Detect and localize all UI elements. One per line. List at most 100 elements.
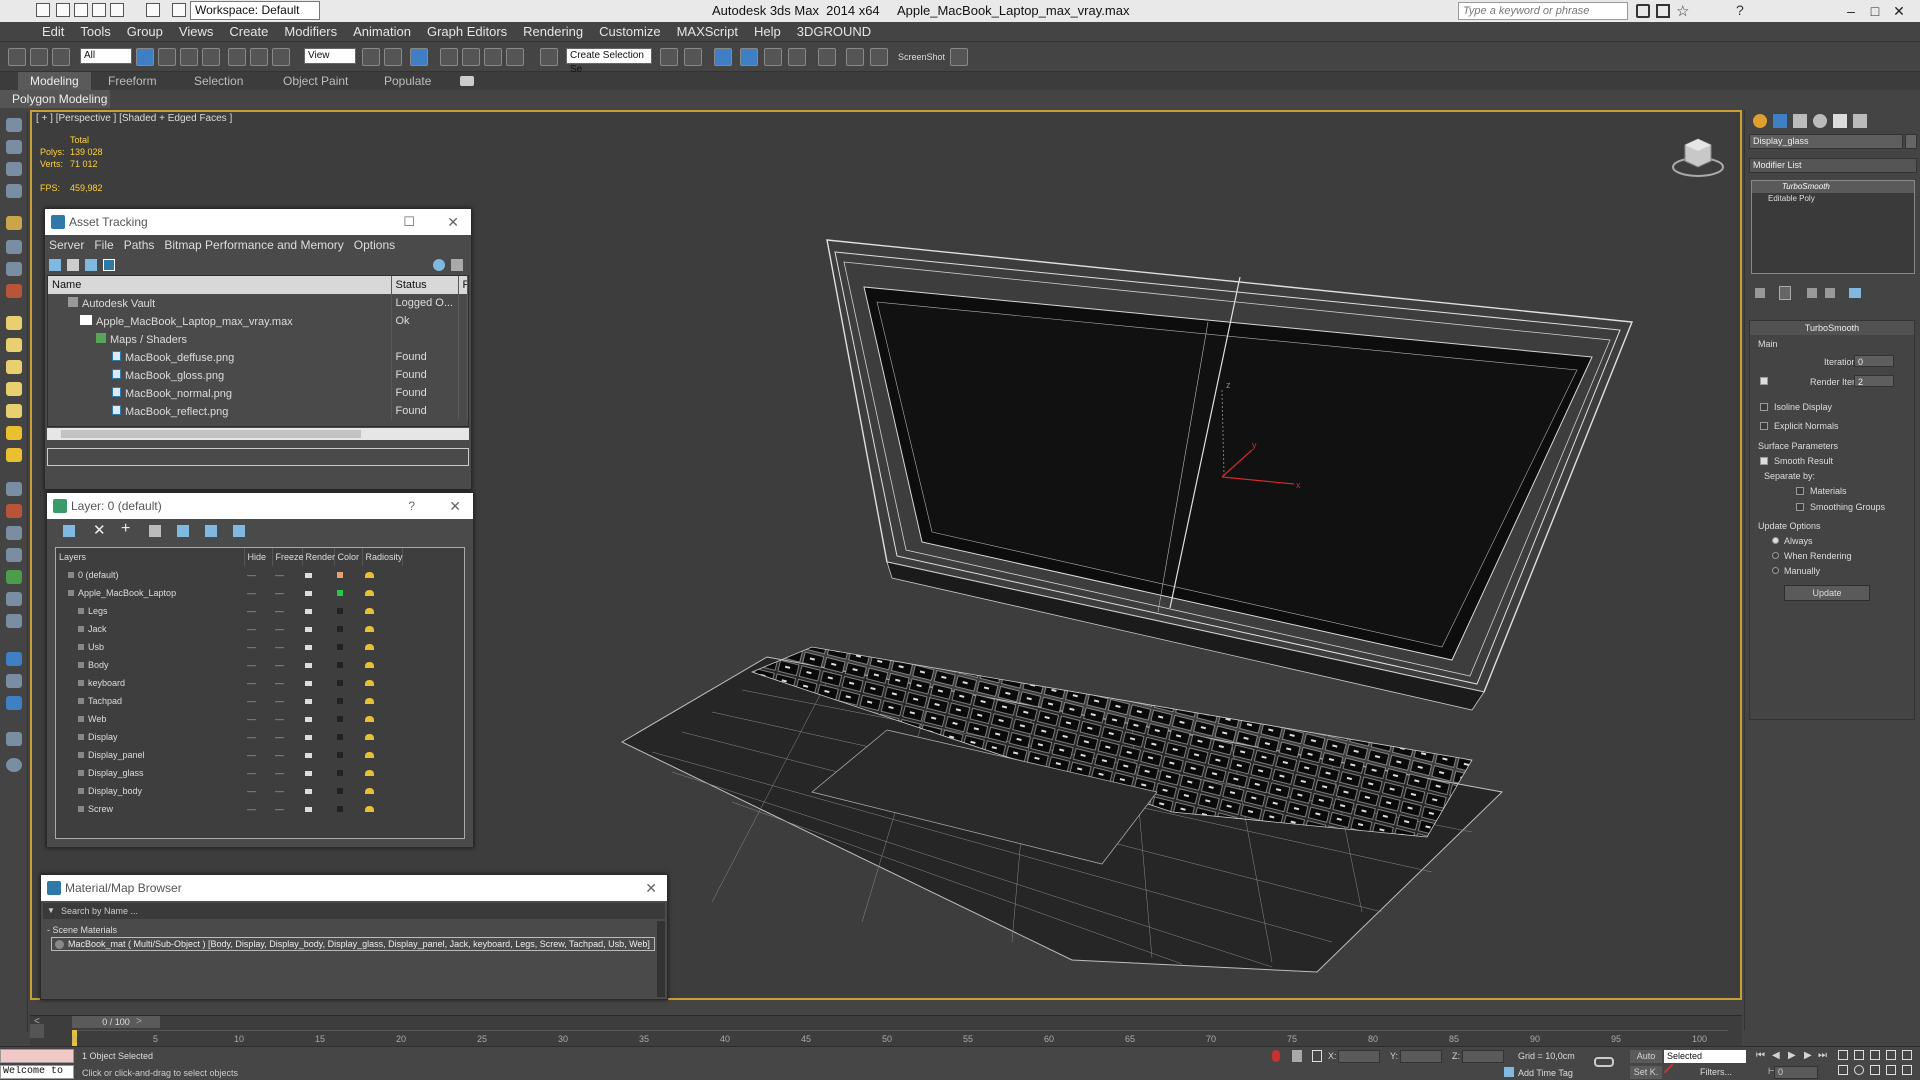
menu-options[interactable]: Options [354, 238, 395, 252]
asset-row[interactable]: MacBook_gloss.png Found [48, 366, 468, 384]
menu-3dground[interactable]: 3DGROUND [789, 22, 879, 42]
layer-hide-toggle[interactable]: — [244, 674, 272, 692]
set-key-icon[interactable] [1663, 1063, 1681, 1080]
layer-freeze-toggle[interactable]: — [272, 674, 302, 692]
select-object-icon[interactable] [136, 48, 154, 66]
layer-freeze-toggle[interactable]: — [272, 728, 302, 746]
angle-snap-icon[interactable] [462, 48, 480, 66]
lock-icon[interactable] [1292, 1050, 1302, 1062]
y-coord-field[interactable] [1400, 1050, 1442, 1063]
layer-color-swatch[interactable] [334, 566, 362, 584]
layer-row[interactable]: Display_panel — — [56, 746, 464, 764]
column-radiosity[interactable]: Radiosity [362, 548, 403, 566]
layer-row[interactable]: Display_body — — [56, 782, 464, 800]
layer-render-toggle[interactable] [302, 656, 334, 674]
make-unique-icon[interactable] [1807, 288, 1817, 298]
layer-radiosity-toggle[interactable] [362, 656, 402, 674]
stack-editable-poly[interactable]: Editable Poly [1752, 193, 1914, 205]
layer-color-swatch[interactable] [334, 764, 362, 782]
absolute-mode-icon[interactable] [1312, 1050, 1322, 1062]
undo-icon[interactable] [110, 3, 124, 17]
layer-row[interactable]: Display_glass — — [56, 764, 464, 782]
menu-help[interactable]: Help [746, 22, 789, 42]
delete-layer-icon[interactable]: ✕ [93, 521, 106, 539]
menu-rendering[interactable]: Rendering [515, 22, 591, 42]
tool-icon-22[interactable] [6, 614, 22, 628]
help-circle-icon[interactable] [6, 758, 22, 772]
manually-radio[interactable] [1772, 567, 1779, 574]
layer-render-toggle[interactable] [302, 710, 334, 728]
layer-render-toggle[interactable] [302, 602, 334, 620]
zoom-icon[interactable] [1838, 1050, 1848, 1060]
column-layers[interactable]: Layers [56, 548, 245, 566]
layer-radiosity-toggle[interactable] [362, 602, 402, 620]
layer-color-swatch[interactable] [334, 782, 362, 800]
tree-view-icon[interactable] [85, 259, 97, 271]
tool-icon-3[interactable] [6, 162, 22, 176]
zoom-extents-icon[interactable] [1870, 1050, 1880, 1060]
layer-hide-toggle[interactable]: — [244, 800, 272, 818]
tab-selection[interactable]: Selection [194, 72, 243, 90]
layer-render-toggle[interactable] [302, 674, 334, 692]
close-window-button[interactable]: ✕ [645, 875, 657, 901]
tool-icon-11[interactable] [6, 360, 22, 374]
menu-server[interactable]: Server [49, 238, 84, 252]
asset-row[interactable]: MacBook_normal.png Found [48, 384, 468, 402]
viewport-label[interactable]: [ + ] [Perspective ] [Shaded + Edged Fac… [36, 113, 232, 124]
layer-freeze-toggle[interactable]: — [272, 710, 302, 728]
always-radio[interactable] [1772, 537, 1779, 544]
configure-sets-icon[interactable] [1849, 288, 1861, 298]
light-icon[interactable] [6, 448, 22, 462]
motion-tab-icon[interactable] [1813, 114, 1827, 128]
rotate-icon[interactable] [250, 48, 268, 66]
smooth-result-checkbox[interactable] [1760, 457, 1768, 465]
orbit-subobject-icon[interactable] [1902, 1065, 1912, 1075]
open-file-icon[interactable] [74, 3, 88, 17]
column-render[interactable]: Render [302, 548, 335, 566]
layer-color-swatch[interactable] [334, 800, 362, 818]
tool-icon-10[interactable] [6, 338, 22, 352]
bind-space-warp-icon[interactable] [52, 48, 70, 66]
link-icon[interactable] [8, 48, 26, 66]
layer-row[interactable]: keyboard — — [56, 674, 464, 692]
help-search-input[interactable]: Type a keyword or phrase [1458, 2, 1628, 20]
utilities-tab-icon[interactable] [1853, 114, 1867, 128]
layer-color-swatch[interactable] [334, 692, 362, 710]
reference-coordinate-dropdown[interactable]: View [304, 48, 356, 64]
layer-freeze-toggle[interactable]: — [272, 800, 302, 818]
layer-render-toggle[interactable] [302, 620, 334, 638]
layer-manager-icon[interactable] [740, 48, 758, 66]
column-freeze[interactable]: Freeze [272, 548, 304, 566]
viewcube-icon[interactable] [1671, 135, 1725, 179]
asset-row[interactable]: Apple_MacBook_Laptop_max_vray.max Ok [48, 312, 468, 330]
move-icon[interactable] [228, 48, 246, 66]
modifier-list-dropdown[interactable]: Modifier List [1749, 158, 1917, 173]
column-hide[interactable]: Hide [244, 548, 273, 566]
stack-turbosmooth[interactable]: TurboSmooth [1752, 181, 1914, 193]
show-end-result-icon[interactable] [1779, 286, 1791, 300]
z-coord-field[interactable] [1462, 1050, 1504, 1063]
layer-freeze-toggle[interactable]: — [272, 692, 302, 710]
layer-radiosity-toggle[interactable] [362, 620, 402, 638]
hide-all-icon[interactable] [205, 525, 217, 537]
menu-bitmap-performance[interactable]: Bitmap Performance and Memory [164, 238, 343, 252]
column-color[interactable]: Color [334, 548, 363, 566]
new-file-icon[interactable] [56, 3, 70, 17]
percent-snap-icon[interactable] [484, 48, 502, 66]
tool-icon-4[interactable] [6, 184, 22, 198]
layer-hide-toggle[interactable]: — [244, 692, 272, 710]
layer-row[interactable]: Body — — [56, 656, 464, 674]
align-icon[interactable] [684, 48, 702, 66]
key-filter-dropdown[interactable]: Selected [1664, 1050, 1746, 1063]
go-to-end-icon[interactable]: ⏭ [1818, 1050, 1827, 1061]
menu-animation[interactable]: Animation [345, 22, 419, 42]
render-frame-icon[interactable] [870, 48, 888, 66]
layer-radiosity-toggle[interactable] [362, 692, 402, 710]
layer-render-toggle[interactable] [302, 584, 334, 602]
layer-row[interactable]: Screw — — [56, 800, 464, 818]
layer-radiosity-toggle[interactable] [362, 638, 402, 656]
edit-named-selection-icon[interactable] [540, 48, 558, 66]
layer-freeze-toggle[interactable]: — [272, 584, 302, 602]
asset-tracking-titlebar[interactable]: Asset Tracking ☐ ✕ [45, 209, 471, 235]
explicit-normals-checkbox[interactable] [1760, 422, 1768, 430]
